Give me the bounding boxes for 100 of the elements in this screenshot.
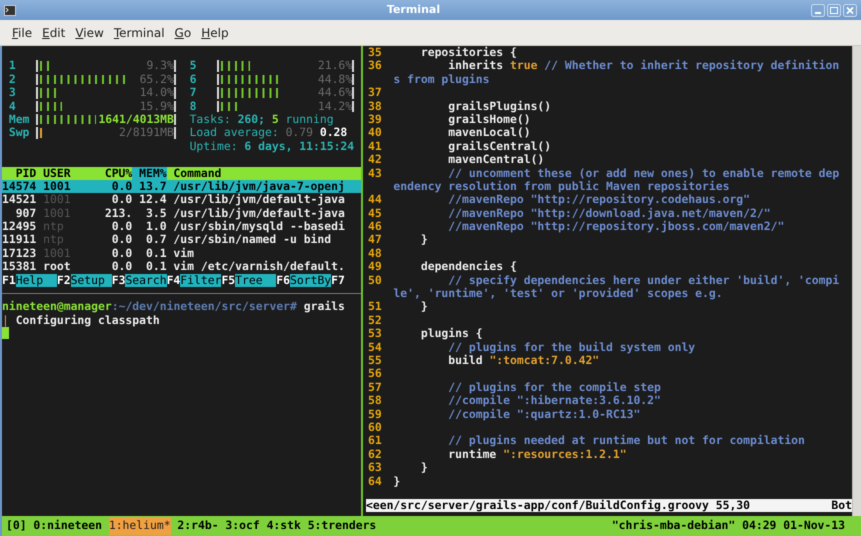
process-row[interactable]: 15381 root 0.0 0.1 vim /etc/varnish/default. <box>2 260 361 274</box>
table-cell-text: 0.0 <box>110 246 132 260</box>
meter-label: 7 <box>190 86 198 100</box>
code-text: mavenLocal() <box>447 126 531 140</box>
process-row[interactable]: 17123 1001 0.0 0.1 vim <box>2 246 361 260</box>
meter-reading: 65.2% <box>140 74 174 86</box>
function-key-label[interactable]: Search <box>125 274 167 288</box>
column-header[interactable]: PID <box>2 166 36 180</box>
stat-text: 5 <box>272 112 279 126</box>
table-cell-text: /usr/lib/jvm/default-java <box>172 193 346 207</box>
function-key[interactable]: F4 <box>166 274 180 288</box>
prompt-path: :~/dev/nineteen/src/server# <box>112 300 297 314</box>
menu-item[interactable]: Help <box>201 24 229 42</box>
code-text: plugins { <box>420 327 483 341</box>
window-tab[interactable]: 3:ocf <box>225 517 260 535</box>
file-path: <een/src/server/grails-app/conf/BuildConfig.groovy <box>366 498 709 512</box>
menu-item[interactable]: Terminal <box>114 24 165 42</box>
table-cell-text: 0.1 <box>144 246 167 260</box>
function-key[interactable]: F7 <box>331 274 345 288</box>
column-header[interactable]: CPU% <box>98 166 132 180</box>
meter-label: 1 <box>8 59 17 73</box>
line-number: 37 <box>367 85 382 100</box>
function-key-label[interactable]: Help <box>16 274 57 288</box>
table-cell: 14574 <box>2 180 36 194</box>
meter-reading: 9.3% <box>146 60 174 72</box>
code-text: // uncomment these (or add new ones) to enable remote dep <box>447 166 840 180</box>
line-number: 40 <box>367 125 382 140</box>
window-tab[interactable]: 0:nineteen <box>33 517 102 535</box>
meter-reading: 15.9% <box>140 100 174 112</box>
line-number: 50 <box>367 272 382 287</box>
process-row[interactable]: 12495 ntp 0.0 1.0 /usr/sbin/mysqld --basedi <box>2 220 361 234</box>
table-cell-text: /usr/lib/jvm/java-7-openj <box>172 180 346 194</box>
line-number: 45 <box>367 206 382 220</box>
line-number: 35 <box>367 45 382 59</box>
code-text: repositories { <box>420 46 517 60</box>
meter-label: 3 <box>8 86 17 100</box>
table-cell-text: 12.4 <box>138 193 167 207</box>
table-cell-text: 213. <box>104 206 132 220</box>
function-key-label[interactable]: Setup <box>70 274 112 288</box>
minimize-icon[interactable] <box>811 4 825 16</box>
window-tab[interactable]: 1:helium* <box>108 517 171 535</box>
column-header[interactable]: MEM% <box>132 166 167 180</box>
stat-text: Uptime: <box>190 140 238 154</box>
function-key-label[interactable]: Tree <box>235 274 276 288</box>
table-cell-text: /usr/sbin/mysqld --basedi <box>172 220 346 234</box>
line-number: 57 <box>367 380 382 394</box>
process-row[interactable]: 907 1001 213. 3.5 /usr/lib/jvm/default-java <box>2 206 361 220</box>
column-header[interactable]: USER <box>36 166 98 180</box>
window-tab[interactable]: 4:stk <box>266 517 301 535</box>
function-key-label[interactable]: Filter <box>180 274 222 288</box>
prompt-user-host: nineteen@manager <box>2 300 112 314</box>
menu-item[interactable]: Go <box>174 24 192 42</box>
function-key[interactable]: F1 <box>2 274 16 288</box>
table-cell: 11911 <box>2 233 36 247</box>
function-key[interactable]: F3 <box>112 274 126 288</box>
line-number: 49 <box>367 259 382 274</box>
window-tab[interactable]: 5:trenders <box>308 517 376 535</box>
meter-reading: 21.6% <box>318 60 352 72</box>
meter-label: 8 <box>190 100 198 113</box>
table-cell-text: 0.0 <box>110 220 132 234</box>
menu-item[interactable]: Edit <box>42 24 66 42</box>
window-title: Terminal <box>386 2 442 18</box>
window-tab[interactable]: 2:r4b- <box>177 517 219 535</box>
table-cell-text: /usr/sbin/named -u bind <box>172 233 332 247</box>
line-number: 54 <box>367 340 382 354</box>
menu-item[interactable]: File <box>12 24 32 42</box>
meter-label: Mem <box>8 112 30 126</box>
meter-reading: 44.8% <box>318 74 352 86</box>
function-key[interactable]: F2 <box>56 274 71 288</box>
table-cell-text: ntp <box>42 220 65 234</box>
clock-text: 04:29 01-Nov-13 <box>742 517 845 534</box>
code-text: // plugins for the compile step <box>447 380 661 394</box>
host-name: "chris-mba-debian" <box>612 517 736 534</box>
function-key-label[interactable]: SortBy <box>290 274 332 288</box>
meter-reading: 44.6% <box>318 87 352 99</box>
table-cell: 15381 <box>2 260 36 274</box>
line-number: 46 <box>367 219 382 234</box>
code-text: grailsHome() <box>447 112 531 126</box>
code-text: // plugins needed at runtime but not for compilation <box>447 434 805 448</box>
table-cell-text: vim /etc/varnish/default. <box>172 260 346 274</box>
meter-label: 6 <box>190 72 198 86</box>
process-row[interactable]: 14521 1001 0.0 12.4 /usr/lib/jvm/default-java <box>2 193 361 207</box>
column-header[interactable]: Command <box>166 166 361 180</box>
line-number: 43 <box>367 166 382 180</box>
scrollbar[interactable] <box>852 46 861 516</box>
process-row[interactable]: 11911 ntp 0.0 0.7 /usr/sbin/named -u bind <box>2 233 361 247</box>
function-key[interactable]: F5 <box>221 274 236 288</box>
table-cell-text: 1001 <box>42 246 72 260</box>
line-number: 52 <box>367 312 382 327</box>
line-number: 48 <box>367 246 382 260</box>
code-text: s from plugins <box>393 72 490 86</box>
process-row[interactable]: 14574 1001 0.0 13.7 /usr/lib/jvm/java-7-openj <box>2 180 361 194</box>
function-key[interactable]: F6 <box>276 274 290 288</box>
close-icon[interactable] <box>843 4 857 16</box>
table-cell-text: /usr/lib/jvm/default-java <box>172 206 346 220</box>
maximize-icon[interactable] <box>827 4 841 16</box>
meter-reading: 2/8191MB <box>119 127 174 139</box>
table-cell-text: root <box>42 260 72 274</box>
stat-text: 0.28 <box>320 126 348 140</box>
menu-item[interactable]: View <box>75 24 104 42</box>
